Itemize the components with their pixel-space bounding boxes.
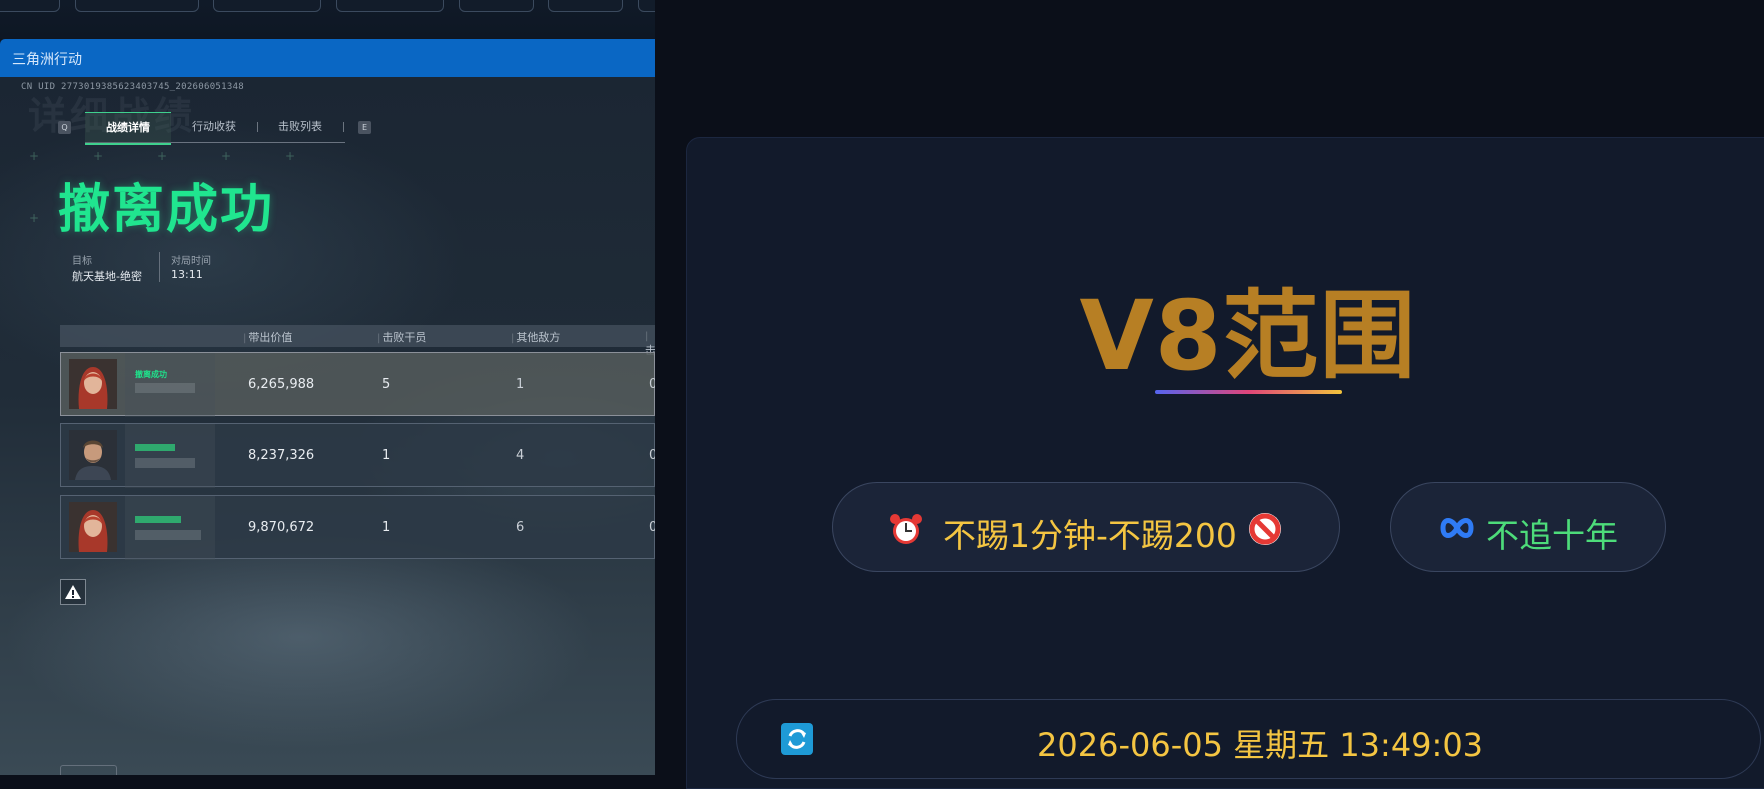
warning-icon [65, 585, 81, 599]
next-tab-key-icon[interactable]: E [358, 121, 371, 134]
truncated-stat: 0 [649, 448, 655, 463]
column-extracted-value: 带出价值 [243, 329, 292, 345]
truncated-stat: 0 [649, 520, 655, 535]
other-enemies: 1 [516, 377, 525, 392]
truncated-stat: 0 [649, 377, 655, 392]
crosshair-mark: + [221, 149, 232, 163]
operator-avatar [69, 430, 117, 480]
player-name-block: 撤离成功 [125, 353, 215, 417]
result-tabs: 战绩详情 行动收获 击败列表 [85, 112, 345, 145]
background-window-strip [0, 0, 655, 38]
background-tab[interactable] [213, 0, 321, 12]
meta-divider [159, 252, 160, 282]
infinity-icon [1440, 513, 1474, 547]
operator-avatar [69, 502, 117, 552]
row-status-tag: 撤离成功 [135, 370, 167, 379]
prev-tab-key-icon[interactable]: Q [58, 121, 71, 134]
window-titlebar[interactable]: 三角洲行动 [0, 39, 655, 77]
background-tab[interactable] [0, 0, 60, 12]
crosshair-mark: + [29, 211, 40, 225]
tab-divider [343, 122, 344, 132]
no-kick-rule-text: 不踢1分钟-不踢200 [943, 516, 1237, 555]
rule-pill-no-kick: 不踢1分钟-不踢200 [832, 482, 1340, 572]
datetime-bar: 2026-06-05 星期五 13:49:03 [736, 699, 1761, 779]
extraction-result-title: 撤离成功 [58, 180, 275, 240]
table-row[interactable]: 撤离成功 6,265,988 5 1 0 [60, 352, 655, 417]
other-enemies: 4 [516, 448, 525, 463]
column-operators-defeated: 击败干员 [377, 329, 426, 345]
background-tab[interactable] [336, 0, 444, 12]
redacted-status [135, 516, 181, 523]
crosshair-mark: + [285, 149, 296, 163]
window-title: 三角洲行动 [12, 52, 82, 68]
no-chase-rule-text: 不追十年 [1486, 516, 1618, 555]
crosshair-mark: + [29, 149, 40, 163]
background-tab[interactable] [75, 0, 199, 12]
prohibited-icon [1247, 511, 1283, 551]
table-row[interactable]: 9,870,672 1 6 0 [60, 495, 655, 560]
range-title: V8范围 [1079, 280, 1417, 392]
table-row[interactable]: 8,237,326 1 4 0 [60, 423, 655, 488]
column-other-enemies: 其他敌方 [511, 329, 560, 345]
background-tab[interactable] [459, 0, 534, 12]
match-time-value: 13:11 [171, 268, 203, 281]
crosshair-mark: + [157, 149, 168, 163]
tab-battle-details[interactable]: 战绩详情 [85, 112, 171, 145]
dashboard-panel: V8范围 不踢1分钟-不踢200 不追十年 2026-06-05 星期五 13:… [686, 137, 1764, 789]
other-enemies: 6 [516, 520, 525, 535]
player-uid: CN UID 2773019385623403745_202606051348 [21, 82, 245, 92]
redacted-status [135, 444, 175, 451]
operators-defeated: 1 [382, 448, 391, 463]
extracted-value: 9,870,672 [248, 520, 315, 535]
alarm-clock-icon [888, 511, 924, 551]
refresh-icon[interactable] [781, 723, 813, 755]
operators-defeated: 1 [382, 520, 391, 535]
crosshair-mark: + [93, 149, 104, 163]
extracted-value: 6,265,988 [248, 377, 315, 392]
extracted-value: 8,237,326 [248, 448, 315, 463]
bottom-panel-tab[interactable] [60, 765, 117, 775]
player-name-block [125, 424, 215, 488]
tab-kill-list[interactable]: 击败列表 [257, 112, 343, 142]
operator-avatar [69, 359, 117, 409]
rule-pill-no-chase: 不追十年 [1390, 482, 1666, 572]
squad-table-header: 带出价值 击败干员 其他敌方 击 [60, 325, 655, 357]
match-time-label: 对局时间 [171, 256, 211, 267]
target-label: 目标 [72, 256, 92, 267]
redacted-name [135, 458, 195, 468]
game-window: 三角洲行动 详细战绩 CN UID 2773019385623403745_20… [0, 0, 655, 775]
current-datetime: 2026-06-05 星期五 13:49:03 [1037, 726, 1484, 764]
title-underline [1155, 390, 1342, 394]
operators-defeated: 5 [382, 377, 391, 392]
redacted-name [135, 530, 201, 540]
player-name-block [125, 496, 215, 560]
redacted-name [135, 383, 195, 393]
game-content: 详细战绩 CN UID 2773019385623403745_20260605… [0, 77, 655, 775]
tab-operation-gains[interactable]: 行动收获 [171, 112, 257, 142]
background-tab[interactable] [548, 0, 623, 12]
target-value: 航天基地-绝密 [72, 270, 142, 283]
background-tab[interactable] [638, 0, 655, 12]
report-warning-button[interactable] [60, 579, 86, 605]
